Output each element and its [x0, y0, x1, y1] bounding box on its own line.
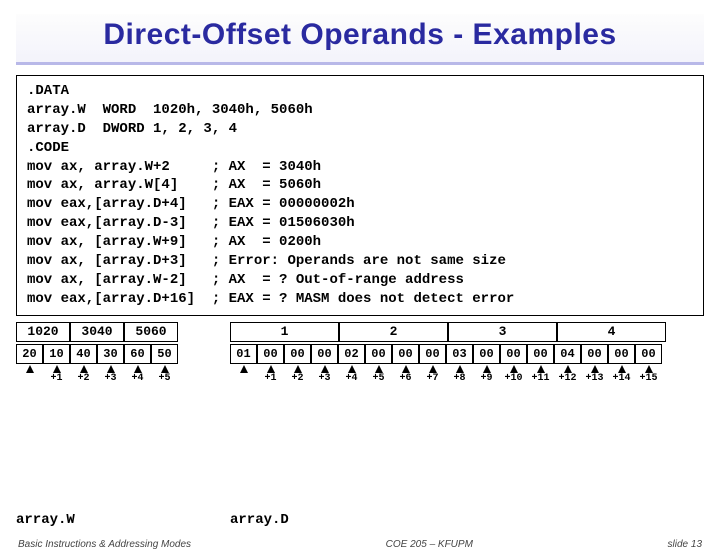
- byte-cell: 60: [124, 344, 151, 364]
- offset-label: +10: [500, 365, 527, 399]
- offset-label: +9: [473, 365, 500, 399]
- dword-cell: 1: [230, 322, 339, 342]
- word-row: 102030405060 1234: [16, 322, 704, 342]
- byte-cell: 02: [338, 344, 365, 364]
- offset-label: +4: [338, 365, 365, 399]
- offset-label: +6: [392, 365, 419, 399]
- offset-label: +5: [365, 365, 392, 399]
- byte-cell: 03: [446, 344, 473, 364]
- footer-left: Basic Instructions & Addressing Modes: [18, 539, 191, 550]
- footer-right: slide 13: [668, 539, 702, 550]
- dword-cell: 4: [557, 322, 666, 342]
- byte-cell: 00: [311, 344, 338, 364]
- offset-label: +5: [151, 365, 178, 399]
- byte-cell: 50: [151, 344, 178, 364]
- slide-title-box: Direct-Offset Operands - Examples: [16, 14, 704, 65]
- byte-cell: 00: [392, 344, 419, 364]
- word-cell: 3040: [70, 322, 124, 342]
- byte-cell: 00: [365, 344, 392, 364]
- code-listing: .DATA array.W WORD 1020h, 3040h, 5060h a…: [16, 75, 704, 316]
- byte-cell: 40: [70, 344, 97, 364]
- byte-cell: 04: [554, 344, 581, 364]
- word-cell: 1020: [16, 322, 70, 342]
- offset-label: [16, 365, 43, 399]
- offset-label: +3: [97, 365, 124, 399]
- offset-label: +3: [311, 365, 338, 399]
- slide-title: Direct-Offset Operands - Examples: [16, 18, 704, 52]
- word-cell: 5060: [124, 322, 178, 342]
- offset-label: +1: [43, 365, 70, 399]
- slide-footer: Basic Instructions & Addressing Modes CO…: [0, 539, 720, 550]
- byte-cell: 00: [635, 344, 662, 364]
- offset-label: +8: [446, 365, 473, 399]
- dword-cell: 2: [339, 322, 448, 342]
- memory-diagram: 1020304050601234 20104030605001000000020…: [16, 322, 704, 399]
- offset-label: +13: [581, 365, 608, 399]
- offset-label: +1: [257, 365, 284, 399]
- arrayD-label: array.D: [230, 512, 289, 528]
- byte-cell: 10: [43, 344, 70, 364]
- byte-cell: 00: [419, 344, 446, 364]
- offset-label: +11: [527, 365, 554, 399]
- byte-cell: 00: [473, 344, 500, 364]
- offset-label: [230, 365, 257, 399]
- arrayW-label: array.W: [16, 512, 75, 528]
- byte-row: 2010403060500100000002000000030000000400…: [16, 344, 704, 364]
- offset-label: +2: [70, 365, 97, 399]
- byte-cell: 30: [97, 344, 124, 364]
- offset-label: +2: [284, 365, 311, 399]
- byte-cell: 00: [608, 344, 635, 364]
- offset-label: +15: [635, 365, 662, 399]
- byte-cell: 00: [581, 344, 608, 364]
- byte-cell: 00: [257, 344, 284, 364]
- footer-mid: COE 205 – KFUPM: [191, 539, 667, 550]
- byte-cell: 20: [16, 344, 43, 364]
- offset-row: +1+2+3+4+5+1+2+3+4+5+6+7+8+9+10+11+12+13…: [16, 365, 704, 399]
- offset-label: +7: [419, 365, 446, 399]
- offset-label: +12: [554, 365, 581, 399]
- offset-label: +4: [124, 365, 151, 399]
- byte-cell: 00: [500, 344, 527, 364]
- byte-cell: 01: [230, 344, 257, 364]
- dword-cell: 3: [448, 322, 557, 342]
- offset-label: +14: [608, 365, 635, 399]
- byte-cell: 00: [284, 344, 311, 364]
- byte-cell: 00: [527, 344, 554, 364]
